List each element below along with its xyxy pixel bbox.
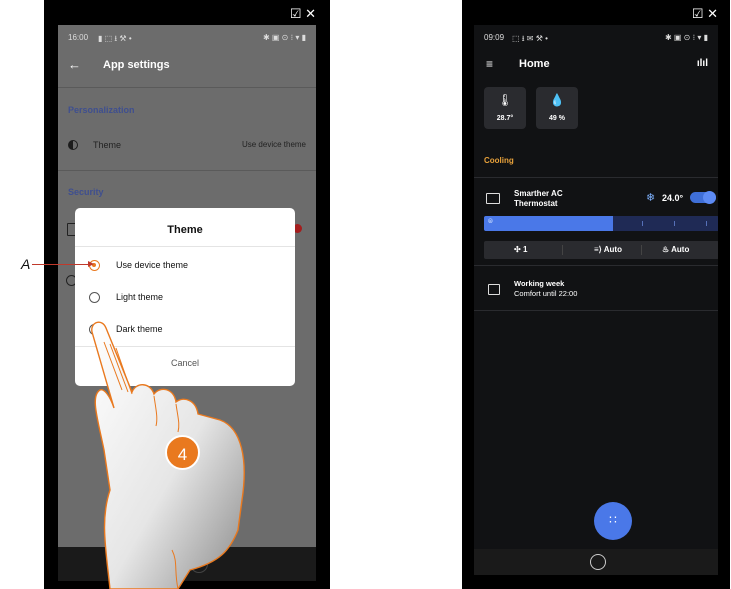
contrast-icon bbox=[68, 140, 78, 150]
callout-pointer-line bbox=[32, 261, 94, 267]
heat-icon: ♨ bbox=[662, 245, 670, 254]
theme-row-value: Use device theme bbox=[241, 140, 306, 149]
schedule-subtitle: Comfort until 22:00 bbox=[514, 289, 578, 298]
chart-icon[interactable]: ılıl bbox=[697, 58, 708, 69]
hand-illustration bbox=[91, 321, 245, 589]
app-bar: ≡ Home ılıl bbox=[474, 49, 718, 79]
status-bar: 09:09 ⬚ ⭳ ✉ ⚒ • ✱ ▣ ⊙ ⁝ ▾ ▮ bbox=[474, 25, 718, 49]
humidity-value: 49 % bbox=[549, 115, 565, 122]
device-name-line-1: Smarther AC bbox=[514, 189, 563, 198]
device-name-line-2: Thermostat bbox=[514, 199, 558, 208]
divider bbox=[474, 177, 718, 178]
dialog-divider bbox=[75, 246, 295, 247]
home-button[interactable] bbox=[590, 554, 606, 570]
back-arrow-icon[interactable]: ← bbox=[68, 57, 81, 72]
temperature-value: 28.7° bbox=[496, 115, 514, 122]
schedule-info[interactable]: Working week Comfort until 22:00 bbox=[514, 279, 577, 299]
status-right-icons: ✱ ▣ ⊙ ⁝ ▾ ▮ bbox=[262, 33, 306, 42]
option-use-device-theme[interactable]: Use device theme bbox=[89, 257, 289, 277]
setpoint-temperature: 24.0° bbox=[662, 193, 684, 203]
window-controls[interactable]: ☑ ✕ bbox=[290, 6, 316, 22]
status-time: 09:09 bbox=[484, 33, 505, 42]
mode-value: Auto bbox=[603, 245, 622, 254]
slider-fill bbox=[484, 216, 614, 231]
fan-speed-control[interactable]: ✣ 1 bbox=[514, 245, 527, 254]
step-number-badge: 4 bbox=[165, 435, 200, 470]
nav-bar bbox=[474, 549, 718, 575]
thermostat-icon bbox=[486, 193, 500, 204]
slider-start-icon: ⦾ bbox=[488, 219, 493, 225]
dialog-title: Theme bbox=[167, 224, 203, 236]
slider-tick bbox=[674, 221, 675, 226]
callout-letter-a: A bbox=[21, 256, 31, 272]
status-right-icons: ✱ ▣ ⊙ ⁝ ▾ ▮ bbox=[664, 33, 708, 42]
window-controls[interactable]: ☑ ✕ bbox=[692, 6, 718, 22]
right-phone: ☑ ✕ 09:09 ⬚ ⭳ ✉ ⚒ • ✱ ▣ ⊙ ⁝ ▾ ▮ ≡ Home ı… bbox=[462, 0, 730, 589]
theme-setting-row[interactable]: Theme Use device theme bbox=[58, 125, 316, 165]
right-screen: 09:09 ⬚ ⭳ ✉ ⚒ • ✱ ▣ ⊙ ⁝ ▾ ▮ ≡ Home ılıl … bbox=[474, 25, 718, 573]
menu-icon[interactable]: ≡ bbox=[486, 57, 493, 71]
page-title: App settings bbox=[103, 59, 170, 71]
mode-control[interactable]: ≡⟩ Auto bbox=[594, 245, 622, 254]
control-row: ✣ 1 ≡⟩ Auto ♨ Auto bbox=[484, 241, 718, 259]
power-toggle[interactable] bbox=[690, 191, 716, 204]
section-personalization: Personalization bbox=[68, 105, 135, 115]
divider bbox=[474, 265, 718, 266]
temperature-tile[interactable]: 🌡 28.7° bbox=[484, 87, 526, 129]
status-bar: 16:00 ▮ ⬚ ⭳ ⚒ • ✱ ▣ ⊙ ⁝ ▾ ▮ bbox=[58, 25, 316, 49]
humidity-tile[interactable]: 💧 49 % bbox=[536, 87, 578, 129]
status-left-icons: ⬚ ⭳ ✉ ⚒ • bbox=[512, 34, 548, 43]
snowflake-icon: ❄ bbox=[646, 192, 656, 204]
device-name[interactable]: Smarther AC Thermostat bbox=[514, 189, 563, 209]
calendar-icon bbox=[488, 284, 500, 295]
option-label: Use device theme bbox=[116, 260, 189, 270]
droplet-icon: 💧 bbox=[549, 93, 565, 107]
page-title: Home bbox=[519, 58, 550, 70]
schedule-title: Working week bbox=[514, 279, 565, 288]
section-security: Security bbox=[68, 187, 104, 197]
section-cooling: Cooling bbox=[484, 156, 514, 165]
app-bar: ← App settings bbox=[58, 49, 316, 83]
thermometer-icon: 🌡 bbox=[497, 93, 513, 107]
status-time: 16:00 bbox=[68, 33, 89, 42]
status-left-icons: ▮ ⬚ ⭳ ⚒ • bbox=[98, 34, 132, 43]
slider-tick bbox=[642, 221, 643, 226]
divider bbox=[58, 87, 316, 88]
fan-speed-value: 1 bbox=[522, 245, 528, 254]
heat-control[interactable]: ♨ Auto bbox=[662, 245, 689, 254]
control-divider bbox=[562, 245, 563, 255]
add-button[interactable]: ∷ bbox=[594, 502, 632, 540]
slider-tick bbox=[706, 221, 707, 226]
divider bbox=[474, 310, 718, 311]
airflow-icon: ≡⟩ bbox=[594, 245, 602, 254]
fan-icon: ✣ bbox=[514, 245, 521, 254]
temperature-slider[interactable]: ⦾ bbox=[484, 216, 718, 231]
control-divider bbox=[641, 245, 642, 255]
heat-value: Auto bbox=[671, 245, 690, 254]
theme-row-label: Theme bbox=[93, 140, 122, 150]
divider bbox=[58, 170, 316, 171]
